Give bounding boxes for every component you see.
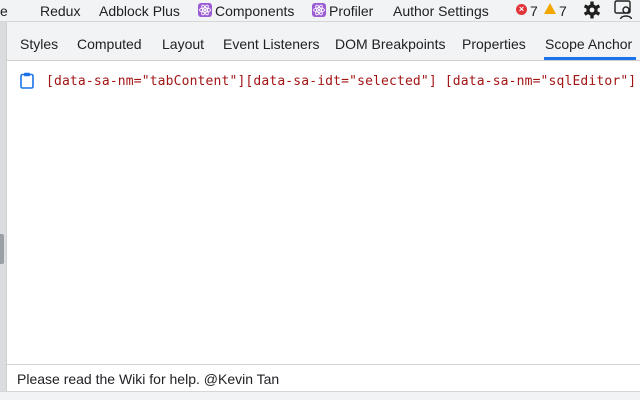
footer-suffix: for help. @Kevin Tan bbox=[145, 371, 280, 387]
bottom-bar bbox=[0, 391, 640, 400]
panel-tab-components[interactable]: Components bbox=[215, 2, 294, 20]
footer-text: Please read the Wiki for help. @Kevin Ta… bbox=[17, 370, 279, 388]
active-tab-indicator bbox=[544, 57, 636, 60]
warning-icon bbox=[544, 3, 556, 14]
tab-layout[interactable]: Layout bbox=[162, 22, 204, 61]
tab-styles[interactable]: Styles bbox=[20, 22, 58, 61]
wiki-link[interactable]: Wiki bbox=[119, 371, 145, 387]
tab-properties[interactable]: Properties bbox=[462, 22, 526, 61]
error-count[interactable]: 7 bbox=[530, 2, 538, 20]
panel-splitter[interactable] bbox=[0, 22, 7, 400]
error-icon: × bbox=[516, 4, 527, 15]
splitter-grip[interactable] bbox=[0, 234, 4, 264]
sidebar-tabs: Styles Computed Layout Event Listeners D… bbox=[7, 22, 640, 61]
tab-scope-anchor[interactable]: Scope Anchor bbox=[545, 22, 632, 61]
react-icon bbox=[312, 3, 326, 17]
panel-tab-adblock-plus[interactable]: Adblock Plus bbox=[99, 2, 180, 20]
panel-tab-partial[interactable]: e bbox=[0, 2, 8, 20]
tab-event-listeners[interactable]: Event Listeners bbox=[223, 22, 320, 61]
selector-text[interactable]: [data-sa-nm="tabContent"][data-sa-idt="s… bbox=[46, 73, 636, 91]
react-icon bbox=[198, 3, 212, 17]
panel-tab-author-settings[interactable]: Author Settings bbox=[393, 2, 489, 20]
clipboard-icon[interactable] bbox=[20, 72, 34, 94]
tab-dom-breakpoints[interactable]: DOM Breakpoints bbox=[335, 22, 445, 61]
warning-count[interactable]: 7 bbox=[559, 2, 567, 20]
tab-computed[interactable]: Computed bbox=[77, 22, 142, 61]
panel-tab-profiler[interactable]: Profiler bbox=[329, 2, 373, 20]
footer: Please read the Wiki for help. @Kevin Ta… bbox=[7, 364, 640, 391]
panel-tab-redux[interactable]: Redux bbox=[40, 2, 80, 20]
scope-anchor-pane: [data-sa-nm="tabContent"][data-sa-idt="s… bbox=[8, 62, 640, 364]
devtools-panel-tabs: e Redux Adblock Plus Components Profiler… bbox=[0, 0, 640, 22]
footer-prefix: Please read the bbox=[17, 371, 119, 387]
